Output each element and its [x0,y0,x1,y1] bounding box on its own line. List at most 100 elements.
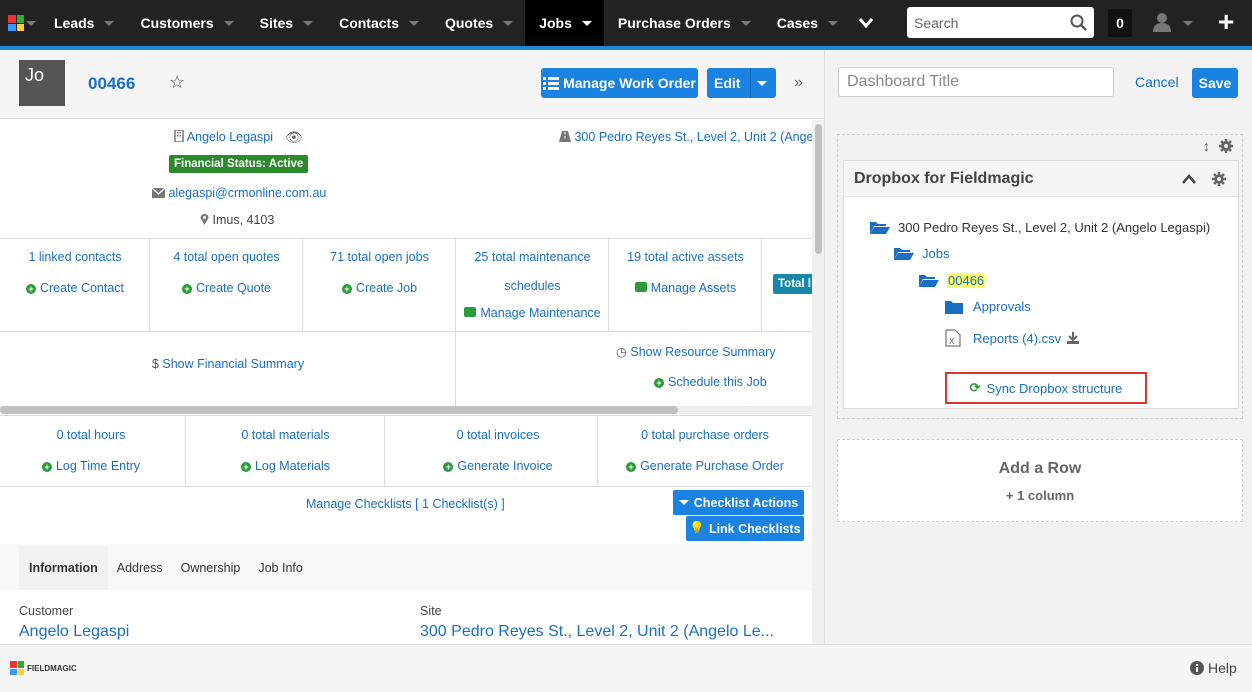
tree-root-folder[interactable]: 300 Pedro Reyes St., Level 2, Unit 2 (An… [870,220,1210,235]
plus-icon[interactable]: + [1218,8,1234,36]
road-icon [559,131,571,142]
open-quotes-link[interactable]: 4 total open quotes [150,250,303,264]
save-button[interactable]: Save [1192,68,1238,98]
show-financial-summary-link[interactable]: $ Show Financial Summary [0,357,456,371]
cancel-button[interactable]: Cancel [1135,74,1179,90]
add-column-label[interactable]: + 1 column [838,488,1242,503]
link-checklists-button[interactable]: 💡 Link Checklists [686,516,804,541]
chevron-down-icon [581,20,592,26]
star-icon[interactable]: ☆ [169,72,185,93]
gear-icon[interactable] [1212,172,1226,186]
stat-cell-quotes: 4 total open quotes + Create Quote [150,239,303,331]
user-icon[interactable] [1152,12,1172,32]
help-link[interactable]: Help [1190,660,1237,676]
nav-jobs[interactable]: Jobs [525,0,604,46]
maintenance-schedules-link-line2[interactable]: schedules [456,279,609,293]
nav-purchase-orders[interactable]: Purchase Orders [604,0,763,46]
customer-link[interactable]: Angelo Legaspi [174,129,273,144]
maintenance-schedules-link[interactable]: 25 total maintenance [456,250,609,264]
tab-information[interactable]: Information [19,546,108,590]
customer-label: Customer [19,604,74,618]
chevron-down-icon [104,20,115,26]
nav-cases[interactable]: Cases [763,0,850,46]
resize-vertical-icon[interactable]: ↕ [1203,138,1210,154]
search-icon[interactable] [1070,14,1088,32]
total-materials-link[interactable]: 0 total materials [186,428,385,442]
avatar: Jo [19,60,65,106]
clock-icon: ◷ [616,345,631,359]
financial-summary-cell: $ Show Financial Summary [0,332,456,406]
create-contact-link[interactable]: + Create Contact [0,281,150,295]
manage-assets-link[interactable]: Manage Assets [609,281,762,295]
total-button[interactable]: Total l [773,274,812,294]
search-placeholder: Search [914,14,959,31]
chevron-up-icon[interactable] [1182,174,1196,184]
manage-checklists-link[interactable]: Manage Checklists [ 1 Checklist(s) ] [306,497,505,511]
location-text: Imus, 4103 [200,213,274,227]
app-logo-button[interactable] [4,0,40,46]
total-invoices-link[interactable]: 0 total invoices [385,428,611,442]
more-nav-chevron-icon[interactable] [858,16,874,30]
email-text: alegaspi@crmonline.com.au [168,186,327,200]
generate-purchase-order-link[interactable]: + Generate Purchase Order [598,459,812,473]
customer-value-link[interactable]: Angelo Legaspi [19,623,129,641]
sync-dropbox-button[interactable]: ⟳ Sync Dropbox structure [945,372,1147,404]
generate-invoice-link[interactable]: + Generate Invoice [385,459,611,473]
eye-icon[interactable]: 👁 [285,129,303,146]
tree-file-item[interactable]: X Reports (4).csv [945,329,1080,347]
nav-contacts[interactable]: Contacts [325,0,431,46]
download-icon[interactable] [1067,332,1080,344]
list-icon [543,76,560,90]
tab-ownership[interactable]: Ownership [172,546,250,590]
add-row-area[interactable]: Add a Row + 1 column [837,439,1243,522]
tree-approvals-folder[interactable]: Approvals [945,299,1031,314]
show-resource-summary-link[interactable]: ◷ Show Resource Summary [456,344,812,359]
manage-work-order-button[interactable]: Manage Work Order [541,68,698,98]
nav-leads[interactable]: Leads [40,0,126,46]
site-value-link[interactable]: 300 Pedro Reyes St., Level 2, Unit 2 (An… [420,623,774,641]
search-input[interactable]: Search [907,7,1094,38]
horizontal-scrollbar[interactable] [0,406,812,414]
manage-maintenance-link[interactable]: Manage Maintenance [456,306,609,320]
plus-circle-icon: + [240,462,251,472]
create-job-link[interactable]: + Create Job [303,281,456,295]
chevron-down-icon[interactable] [1183,21,1193,26]
map-marker-icon [200,214,209,225]
dashboard-title-input[interactable]: Dashboard Title [838,67,1114,97]
chevron-down-icon[interactable] [757,81,767,86]
stat-cell-maintenance: 25 total maintenance schedules Manage Ma… [456,239,609,331]
folder-open-icon [919,274,939,287]
gear-icon[interactable] [1219,139,1233,153]
scrollbar-thumb[interactable] [0,406,678,414]
tree-jobs-folder[interactable]: Jobs [894,246,949,261]
tab-job-info[interactable]: Job Info [249,546,311,590]
open-jobs-link[interactable]: 71 total open jobs [303,250,456,264]
log-time-entry-link[interactable]: + Log Time Entry [0,459,182,473]
site-address-link[interactable]: 300 Pedro Reyes St., Level 2, Unit 2 (An… [559,130,812,144]
widget-header: Dropbox for Fieldmagic [844,161,1238,197]
scrollbar-thumb[interactable] [815,124,822,254]
create-quote-link[interactable]: + Create Quote [150,281,303,295]
log-materials-link[interactable]: + Log Materials [186,459,385,473]
email-link[interactable]: alegaspi@crmonline.com.au [151,186,327,200]
schedule-job-link[interactable]: + Schedule this Job [654,375,767,389]
edit-button[interactable]: Edit [707,68,776,98]
linked-contacts-link[interactable]: 1 linked contacts [0,250,150,264]
total-purchase-orders-link[interactable]: 0 total purchase orders [598,428,812,442]
vertical-scrollbar[interactable] [812,120,824,644]
double-chevron-right-icon[interactable]: » [794,74,803,92]
lightbulb-icon: 💡 [689,521,705,535]
checklist-actions-button[interactable]: Checklist Actions [673,490,804,515]
notification-count[interactable]: 0 [1108,9,1132,37]
tab-address[interactable]: Address [108,546,172,590]
add-row-label: Add a Row [998,460,1082,477]
nav-quotes[interactable]: Quotes [431,0,525,46]
nav-sites[interactable]: Sites [246,0,325,46]
customer-name: Angelo Legaspi [186,130,273,144]
tree-job-folder[interactable]: 00466 [919,273,986,288]
nav-customers[interactable]: Customers [126,0,245,46]
site-label: Site [420,604,442,618]
total-hours-link[interactable]: 0 total hours [0,428,182,442]
dashboard-panel: Dashboard Title Cancel Save ↕ Dropbox fo… [824,50,1252,644]
active-assets-link[interactable]: 19 total active assets [609,250,762,264]
